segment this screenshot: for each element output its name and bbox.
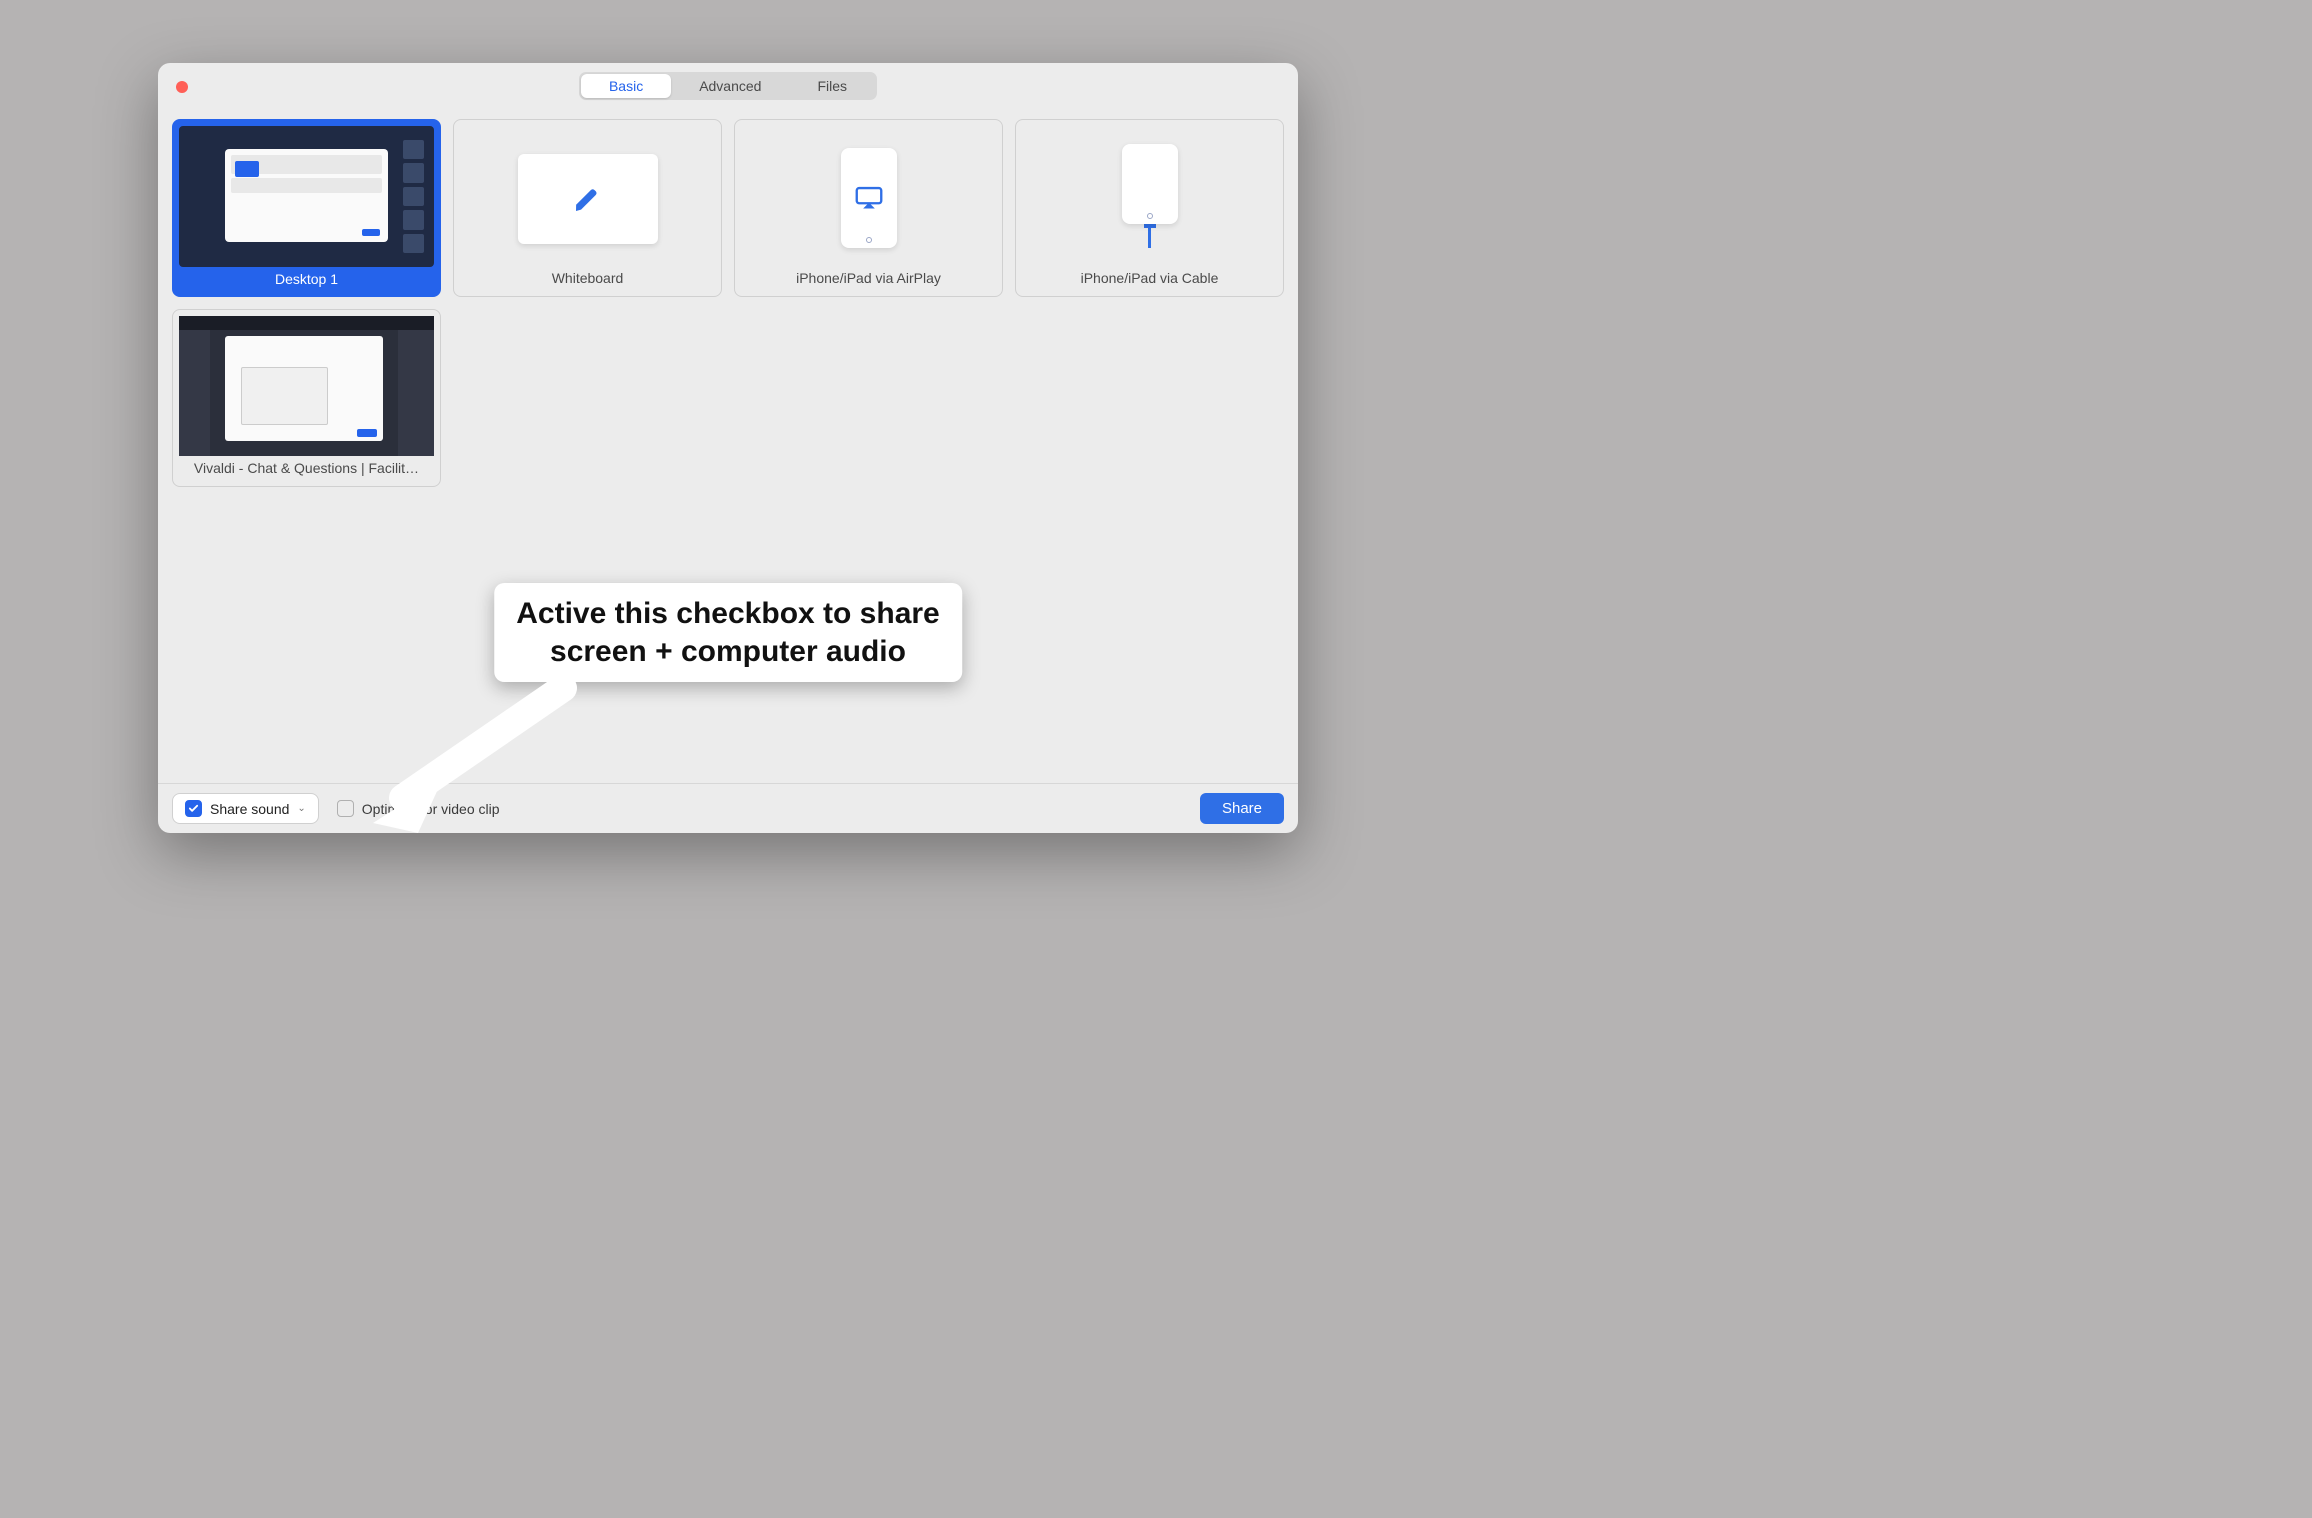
source-iphone-airplay[interactable]: iPhone/iPad via AirPlay xyxy=(734,119,1003,297)
optimize-label: Optimize for video clip xyxy=(362,801,500,817)
close-window-button[interactable] xyxy=(176,81,188,93)
share-button[interactable]: Share xyxy=(1200,793,1284,824)
source-label: Whiteboard xyxy=(460,266,715,286)
share-screen-window: Basic Advanced Files Desktop 1 xyxy=(158,63,1298,833)
airplay-icon xyxy=(855,186,883,210)
source-browser-window[interactable]: Vivaldi - Chat & Questions | Facilit… xyxy=(172,309,441,487)
share-sound-label: Share sound xyxy=(210,801,289,817)
tab-segmented-control: Basic Advanced Files xyxy=(579,72,877,100)
share-sound-control[interactable]: Share sound ⌄ xyxy=(172,793,319,824)
optimize-control[interactable]: Optimize for video clip xyxy=(337,800,500,817)
desktop-1-thumbnail xyxy=(179,126,434,267)
source-whiteboard[interactable]: Whiteboard xyxy=(453,119,722,297)
airplay-thumbnail xyxy=(741,126,996,266)
source-desktop-1[interactable]: Desktop 1 xyxy=(172,119,441,297)
footer-bar: Share sound ⌄ Optimize for video clip Sh… xyxy=(158,783,1298,833)
whiteboard-thumbnail xyxy=(460,126,715,266)
source-label: Desktop 1 xyxy=(179,267,434,287)
annotation-line-2: screen + computer audio xyxy=(516,633,940,671)
tab-files[interactable]: Files xyxy=(789,74,875,98)
annotation-line-1: Active this checkbox to share xyxy=(516,595,940,633)
cable-thumbnail xyxy=(1022,126,1277,266)
source-label: iPhone/iPad via Cable xyxy=(1022,266,1277,286)
share-sound-checkbox[interactable] xyxy=(185,800,202,817)
source-label: iPhone/iPad via AirPlay xyxy=(741,266,996,286)
tab-basic[interactable]: Basic xyxy=(581,74,671,98)
source-label: Vivaldi - Chat & Questions | Facilit… xyxy=(179,456,434,476)
tab-advanced[interactable]: Advanced xyxy=(671,74,789,98)
source-iphone-cable[interactable]: iPhone/iPad via Cable xyxy=(1015,119,1284,297)
chevron-down-icon[interactable]: ⌄ xyxy=(297,803,305,814)
titlebar: Basic Advanced Files xyxy=(158,63,1298,109)
optimize-checkbox[interactable] xyxy=(337,800,354,817)
pencil-icon xyxy=(572,183,604,215)
browser-window-thumbnail xyxy=(179,316,434,456)
annotation-callout: Active this checkbox to share screen + c… xyxy=(494,583,962,682)
